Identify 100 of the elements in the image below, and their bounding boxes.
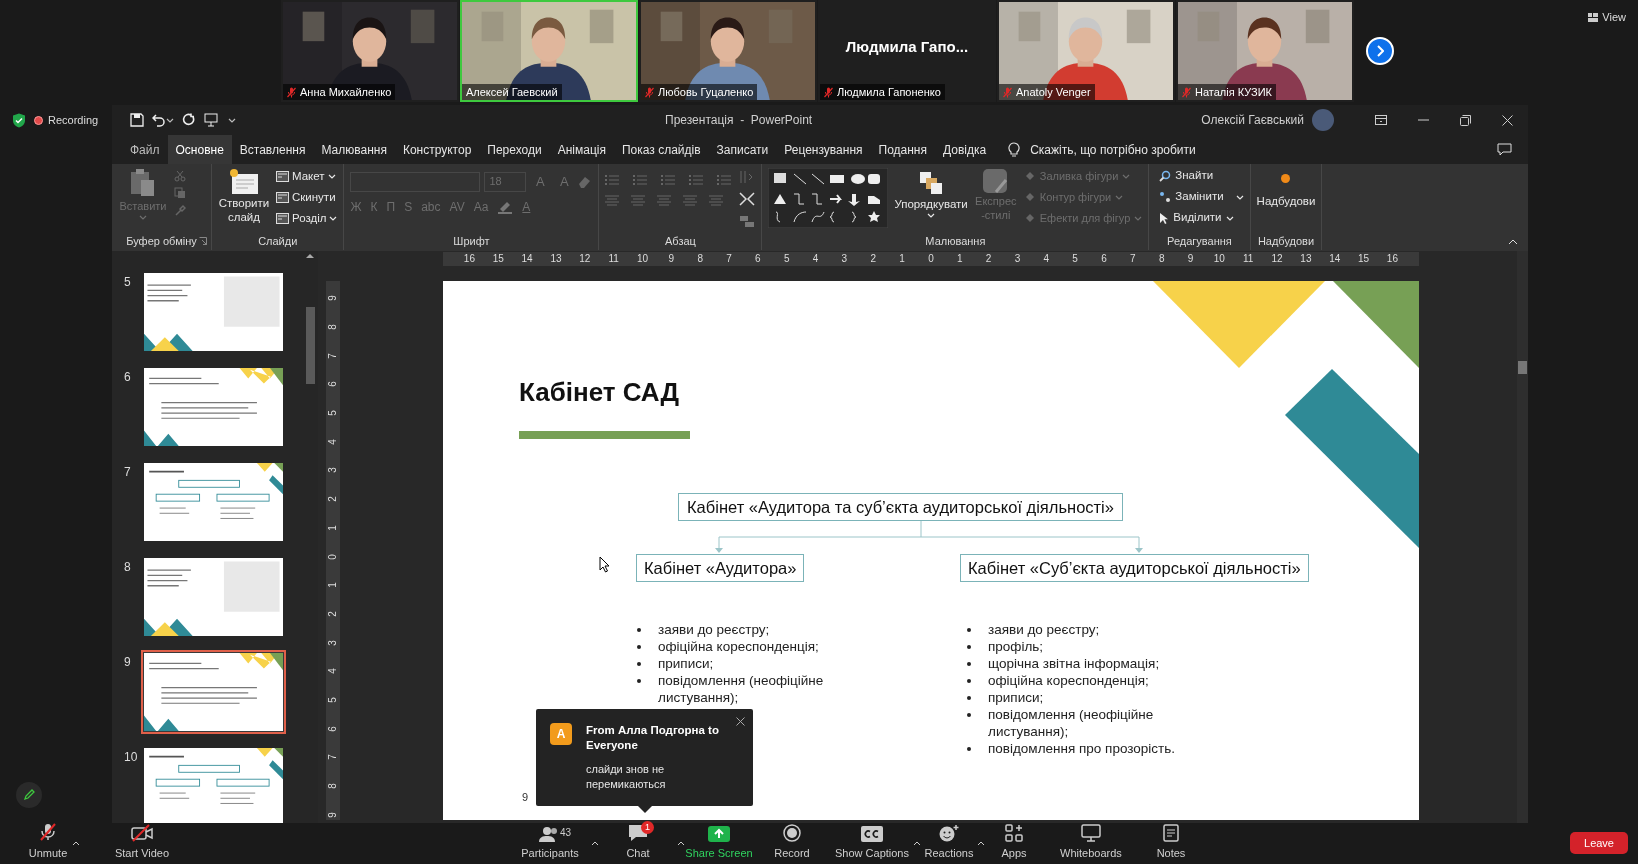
scrollbar-thumb[interactable] [1518,361,1527,374]
toolbar-button[interactable]: Apps [981,820,1047,864]
ribbon-tab[interactable]: Переходи [479,135,550,164]
ribbon-tab[interactable]: Вставлення [231,135,314,164]
ruler-number: 16 [1385,254,1399,264]
ruler-number: 15 [491,254,505,264]
chat-notification[interactable]: A From Алла Подгорна to Everyone слайди знов не перемикаються [536,709,753,806]
video-tile[interactable]: Anatoly Venger [997,0,1175,102]
toolbar-button[interactable]: Whiteboards [1047,820,1135,864]
ribbon-display-icon [1375,115,1387,125]
video-tile[interactable]: Любовь Гуцаленко [639,0,817,102]
replace-button[interactable]: Замінити [1159,189,1244,205]
video-tile[interactable]: Наталія КУЗИК [1176,0,1354,102]
slide-thumbnail[interactable] [141,650,286,734]
toolbar-button[interactable]: Unmute [20,820,76,864]
annotate-button[interactable] [16,782,42,808]
ruler-number: 6 [328,381,338,388]
ruler-number: 2 [869,254,877,264]
user-avatar[interactable] [1312,109,1334,131]
ribbon-tab[interactable]: Конструктор [394,135,480,164]
new-slide-button[interactable]: Створити слайд [218,168,270,224]
ribbon-tab[interactable]: Основне [167,135,232,164]
ruler-number: 13 [549,254,563,264]
whiteboard-icon [1081,823,1101,842]
ruler-number: 0 [927,254,935,264]
caret-up-icon[interactable] [977,841,985,846]
add-ins-button[interactable]: Надбудови [1256,168,1316,211]
next-page-button[interactable] [1366,37,1394,65]
participant-name: Любовь Гуцаленко [658,84,754,100]
caret-icon [1134,215,1143,221]
scroll-up-icon[interactable] [306,253,314,258]
reset-button[interactable]: Скинути [276,189,338,206]
notification-title: From Алла Подгорна to Everyone [586,723,720,753]
ruler-number: 1 [898,254,906,264]
toolbar-button[interactable]: Share Screen [681,820,757,864]
scrollbar[interactable] [1517,251,1528,823]
toolbar-button[interactable]: Record [757,820,827,864]
toolbar-button[interactable]: Reactions [917,820,981,864]
ribbon-tab[interactable]: Показ слайдів [613,135,709,164]
ruler-number: 4 [811,254,820,264]
recording-label: Recording [48,113,99,128]
ruler-number: 9 [328,811,338,818]
comments-icon[interactable] [1497,143,1512,156]
caret-up-icon[interactable] [677,841,685,846]
caret-up-icon[interactable] [591,841,599,846]
cut-icon[interactable] [174,170,186,182]
ribbon-tab[interactable]: Подання [870,135,935,164]
tell-me-field[interactable]: Скажіть, що потрібно зробити [1030,140,1196,159]
copy-icon[interactable] [174,187,186,199]
slide-layout-icon [276,192,289,203]
slide-title: Кабінет САД [519,376,680,409]
user-name: Олексій Гаєвський [1201,112,1304,129]
leave-button[interactable]: Leave [1570,832,1628,854]
slide-layout-icon [276,213,289,224]
ruler-number: 14 [520,254,534,264]
toolbar-button[interactable]: Chat 1 [595,820,681,864]
close-icon[interactable] [736,717,745,726]
format-painter-icon[interactable] [174,204,186,216]
ruler-number: 14 [1328,254,1342,264]
captions-icon [861,825,883,842]
video-tile[interactable]: Алексей Гаевский [460,0,638,102]
ruler-number: 1 [328,582,338,588]
ribbon-tab[interactable]: Файл [122,135,168,164]
toolbar-button[interactable]: Participants 43 [505,820,595,864]
caret-icon [228,118,236,124]
ribbon-tab[interactable]: Довідка [935,135,995,164]
ruler-number: 11 [1242,254,1255,264]
caret-up-icon[interactable] [913,841,921,846]
toolbar-button[interactable]: Notes [1135,820,1207,864]
ribbon-tab[interactable]: Рецензування [776,135,871,164]
undo-icon [152,113,166,127]
participant-display-name: Людмила Гапо... [845,36,969,57]
dialog-launcher-icon[interactable] [199,237,207,245]
ruler-number: 2 [328,496,338,502]
ribbon-tab[interactable]: Записати [708,135,777,164]
scrollbar-thumb[interactable] [306,307,315,384]
list-item: заяви до реєстру; [988,621,1100,638]
slide-number: 9 [522,790,529,805]
shapes-gallery[interactable] [768,168,889,228]
new-slide-icon [229,168,259,196]
align-text-icon[interactable] [739,192,756,206]
ribbon-tab[interactable]: Анімація [549,135,614,164]
collapse-ribbon-icon[interactable] [1508,239,1518,245]
find-button[interactable]: Знайти [1159,168,1244,184]
list-item: профіль; [988,638,1044,655]
ribbon-tab[interactable]: Малювання [313,135,395,164]
caret-up-icon[interactable] [72,841,80,846]
muted-mic-icon [287,86,296,98]
toolbar-button[interactable]: Start Video [96,820,188,864]
slide-thumbnail[interactable] [141,365,286,449]
section-button[interactable]: Розділ [276,210,338,227]
video-tile[interactable]: Анна Михайленко [281,0,459,102]
view-button[interactable]: View [1588,9,1626,26]
select-button[interactable]: Виділити [1159,210,1244,226]
toolbar-button[interactable]: Show Captions [827,820,917,864]
participant-name: Наталія КУЗИК [1195,84,1272,100]
video-tile[interactable]: Людмила Гапо... Людмила Гапоненко [818,0,996,102]
ruler-number: 8 [696,254,704,264]
layout-button[interactable]: Макет [276,168,338,185]
quick-styles-icon [981,168,1010,194]
